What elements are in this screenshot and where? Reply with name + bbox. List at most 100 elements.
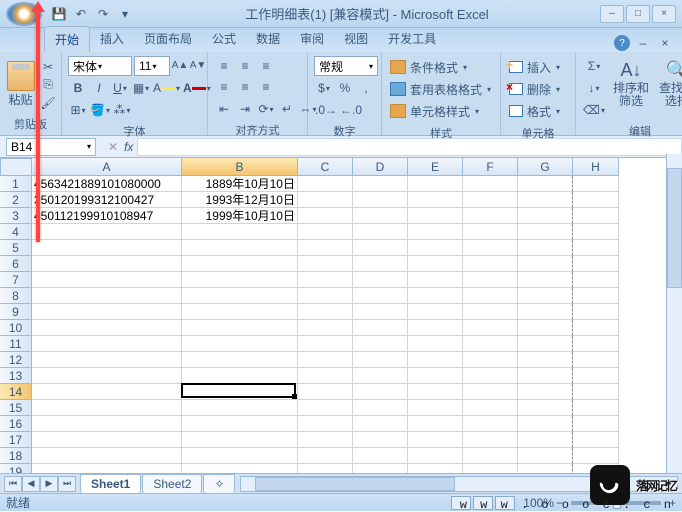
grow-font-icon[interactable]: A▲ <box>172 56 188 74</box>
cell[interactable] <box>573 256 619 272</box>
cell[interactable] <box>573 416 619 432</box>
cell[interactable] <box>573 320 619 336</box>
row-header[interactable]: 7 <box>0 272 32 288</box>
cell[interactable] <box>32 448 182 464</box>
cell[interactable] <box>182 304 298 320</box>
align-left-icon[interactable]: ≡ <box>214 77 234 97</box>
undo-icon[interactable]: ↶ <box>72 5 90 23</box>
cell[interactable] <box>518 192 573 208</box>
cell[interactable] <box>408 432 463 448</box>
cell[interactable] <box>408 256 463 272</box>
row-header[interactable]: 11 <box>0 336 32 352</box>
cell[interactable] <box>353 368 408 384</box>
border-button[interactable]: ▦▾ <box>131 78 151 98</box>
ribbon-close-icon[interactable]: × <box>656 34 674 52</box>
cell[interactable] <box>353 448 408 464</box>
align-right-icon[interactable]: ≡ <box>256 77 276 97</box>
fx-icon[interactable]: fx <box>124 140 133 154</box>
ribbon-tab-5[interactable]: 审阅 <box>290 26 334 52</box>
cell[interactable] <box>573 192 619 208</box>
decrease-decimal-icon[interactable]: ←.0 <box>339 100 363 120</box>
cell[interactable]: 4563421889101080000 <box>32 176 182 192</box>
cell[interactable] <box>182 272 298 288</box>
row-header[interactable]: 5 <box>0 240 32 256</box>
column-header[interactable]: G <box>518 158 573 176</box>
ribbon-tab-3[interactable]: 公式 <box>202 26 246 52</box>
cell[interactable] <box>408 400 463 416</box>
cell[interactable] <box>298 208 353 224</box>
row-header[interactable]: 9 <box>0 304 32 320</box>
cell[interactable] <box>298 272 353 288</box>
cell[interactable] <box>463 176 518 192</box>
fill-down-icon[interactable]: ↓▾ <box>582 78 606 98</box>
row-header[interactable]: 10 <box>0 320 32 336</box>
cell[interactable] <box>463 192 518 208</box>
cell[interactable] <box>408 368 463 384</box>
increase-indent-icon[interactable]: ⇥ <box>235 99 255 119</box>
cell[interactable] <box>298 176 353 192</box>
cell[interactable]: 1993年12月10日 <box>182 192 298 208</box>
row-header[interactable]: 17 <box>0 432 32 448</box>
sheet-tab[interactable]: Sheet1 <box>80 474 141 493</box>
cell[interactable] <box>353 240 408 256</box>
cell[interactable] <box>353 208 408 224</box>
row-header[interactable]: 12 <box>0 352 32 368</box>
cell[interactable] <box>353 192 408 208</box>
cell[interactable] <box>182 384 298 400</box>
underline-button[interactable]: U▾ <box>110 78 130 98</box>
cell[interactable] <box>463 336 518 352</box>
cell[interactable] <box>573 304 619 320</box>
ribbon-min-icon[interactable]: – <box>634 34 652 52</box>
cell[interactable] <box>518 208 573 224</box>
cell[interactable] <box>573 448 619 464</box>
cell[interactable] <box>182 368 298 384</box>
cell[interactable] <box>32 336 182 352</box>
cell[interactable] <box>298 304 353 320</box>
cell[interactable]: 1889年10月10日 <box>182 176 298 192</box>
orientation-icon[interactable]: ⟳▾ <box>256 99 276 119</box>
cell[interactable] <box>32 320 182 336</box>
cell[interactable] <box>463 432 518 448</box>
cell[interactable] <box>353 432 408 448</box>
cell[interactable] <box>298 288 353 304</box>
borders-icon[interactable]: ⊞▾ <box>68 100 88 120</box>
worksheet-grid[interactable]: ABCDEFGH 12345678910111213141516171819 4… <box>0 158 682 477</box>
help-icon[interactable]: ? <box>614 35 630 51</box>
cell[interactable] <box>298 336 353 352</box>
cell[interactable] <box>32 416 182 432</box>
cell[interactable] <box>182 288 298 304</box>
font-name-combo[interactable]: 宋体▾ <box>68 56 132 76</box>
row-header[interactable]: 15 <box>0 400 32 416</box>
cell[interactable] <box>32 240 182 256</box>
cell[interactable] <box>573 384 619 400</box>
cell[interactable] <box>518 368 573 384</box>
cell[interactable] <box>463 448 518 464</box>
column-header[interactable]: B <box>182 158 298 176</box>
align-center-icon[interactable]: ≡ <box>235 77 255 97</box>
cell[interactable] <box>408 304 463 320</box>
row-header[interactable]: 13 <box>0 368 32 384</box>
cell[interactable] <box>182 432 298 448</box>
decrease-indent-icon[interactable]: ⇤ <box>214 99 234 119</box>
cell[interactable] <box>32 432 182 448</box>
cell[interactable] <box>408 352 463 368</box>
fill-color-button[interactable]: A▾ <box>152 78 181 98</box>
autosum-icon[interactable]: Σ▾ <box>582 56 606 76</box>
cell[interactable] <box>182 256 298 272</box>
select-all-button[interactable] <box>0 158 32 176</box>
cell[interactable] <box>463 272 518 288</box>
cell[interactable] <box>463 256 518 272</box>
cell[interactable] <box>463 304 518 320</box>
cut-icon[interactable]: ✂ <box>39 59 57 75</box>
cell[interactable] <box>32 368 182 384</box>
cell[interactable] <box>463 224 518 240</box>
next-sheet-icon[interactable]: ▶ <box>40 476 58 492</box>
cell[interactable] <box>518 256 573 272</box>
prev-sheet-icon[interactable]: ◀ <box>22 476 40 492</box>
cell[interactable] <box>573 176 619 192</box>
cell[interactable] <box>353 256 408 272</box>
clear-icon[interactable]: ⌫▾ <box>582 100 606 120</box>
cell[interactable] <box>298 400 353 416</box>
cell[interactable] <box>408 448 463 464</box>
cell[interactable] <box>573 240 619 256</box>
